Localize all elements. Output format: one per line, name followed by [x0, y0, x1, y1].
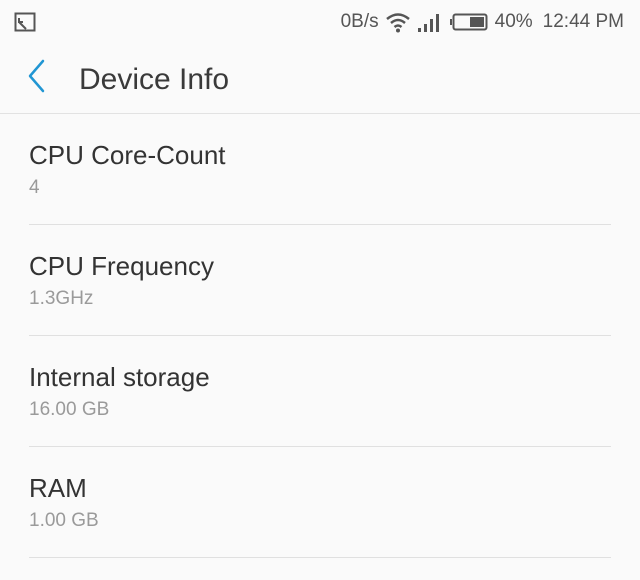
list-item-ram[interactable]: RAM 1.00 GB [0, 447, 640, 558]
item-label: Internal storage [29, 362, 210, 392]
item-value: 16.00 GB [29, 399, 110, 420]
item-label: RAM [29, 473, 87, 503]
screen-cast-icon [14, 12, 36, 32]
item-value: 1.3GHz [29, 288, 94, 309]
app-bar: Device Info [0, 44, 640, 114]
clock-time: 12:44 PM [542, 11, 624, 32]
divider [29, 557, 611, 558]
device-info-list: CPU Core-Count 4 CPU Frequency 1.3GHz In… [0, 114, 640, 558]
list-item-cpu-frequency[interactable]: CPU Frequency 1.3GHz [0, 225, 640, 336]
signal-icon [417, 11, 443, 33]
battery-icon [449, 12, 489, 32]
battery-percent: 40% [494, 11, 533, 32]
item-label: CPU Frequency [29, 251, 214, 281]
status-bar: 0B/s 40% 12:44 PM [0, 0, 640, 44]
network-speed: 0B/s [340, 11, 379, 32]
status-bar-right: 0B/s 40% 12:44 PM [341, 0, 624, 44]
back-button[interactable] [16, 58, 56, 98]
item-label: CPU Core-Count [29, 140, 226, 170]
item-value: 4 [29, 177, 40, 198]
item-value: 1.00 GB [29, 510, 99, 531]
wifi-icon [385, 11, 411, 33]
list-item-cpu-core-count[interactable]: CPU Core-Count 4 [0, 114, 640, 225]
chevron-left-icon [25, 58, 47, 99]
page-title: Device Info [79, 63, 230, 96]
list-item-internal-storage[interactable]: Internal storage 16.00 GB [0, 336, 640, 447]
